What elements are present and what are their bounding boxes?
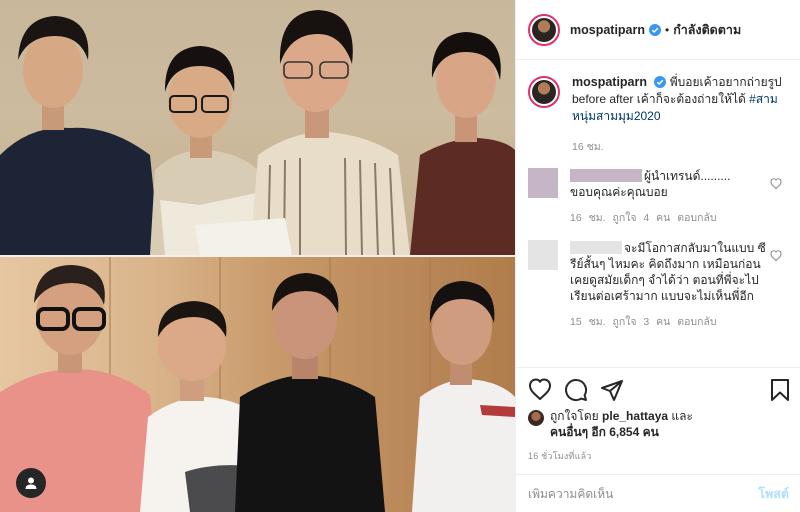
author-avatar[interactable] xyxy=(528,13,560,46)
heart-icon[interactable] xyxy=(770,178,782,189)
liked-by-user[interactable]: ple_hattaya xyxy=(602,409,668,423)
actions-divider xyxy=(516,367,800,368)
heart-icon[interactable] xyxy=(528,378,552,400)
post-comment-button[interactable]: โพสต์ xyxy=(758,484,789,504)
post-side-panel: mospatiparn • กำลังติดตาม mospatiparn พี… xyxy=(515,0,800,512)
tagged-users-button[interactable] xyxy=(16,468,46,498)
post-caption: mospatiparn พี่บอยเค้าอยากถ่ายรูป before… xyxy=(516,60,800,156)
comment-username-suffix[interactable]: ผู้นำเทรนด์......... xyxy=(644,169,730,183)
comment-username-blurred[interactable] xyxy=(570,241,622,254)
comment-like-count[interactable]: ถูกใจ 3 คน xyxy=(612,316,670,328)
post-age[interactable]: 16 ชั่วโมงที่แล้ว xyxy=(528,449,592,463)
liker-avatar[interactable] xyxy=(528,410,544,426)
add-comment-bar: โพสต์ xyxy=(516,475,800,512)
heart-icon[interactable] xyxy=(770,250,782,261)
comment-item: ผู้นำเทรนด์......... ขอบคุณค่ะคุณบอย 16 … xyxy=(516,168,800,226)
bookmark-icon[interactable] xyxy=(770,378,790,402)
comment-input[interactable] xyxy=(528,486,759,501)
liked-by-and: และ xyxy=(671,409,693,423)
following-button[interactable]: กำลังติดตาม xyxy=(673,20,741,40)
liked-by-row: ถูกใจโดย ple_hattaya และ คนอื่นๆ อีก 6,8… xyxy=(528,408,693,440)
post-action-bar xyxy=(528,378,790,404)
comment-meta: 16 ชม. ถูกใจ 4 คน ตอบกลับ xyxy=(570,210,770,226)
liked-by-others[interactable]: คนอื่นๆ อีก 6,854 คน xyxy=(550,425,659,439)
post-photo[interactable] xyxy=(0,0,515,512)
comment-like-count[interactable]: ถูกใจ 4 คน xyxy=(612,212,670,224)
post-header: mospatiparn • กำลังติดตาม xyxy=(516,0,800,60)
comment-item: จะมีโอกาสกลับมาในแบบ ซีรีย์สั้นๆ ไหมคะ ค… xyxy=(516,240,800,330)
comment-time[interactable]: 16 ชม. xyxy=(570,212,606,224)
verified-badge-icon xyxy=(654,76,667,88)
verified-badge-icon xyxy=(649,23,662,36)
after-photo-illustration xyxy=(0,257,515,512)
liked-by-prefix: ถูกใจโดย xyxy=(550,409,599,423)
caption-username[interactable]: mospatiparn xyxy=(572,75,647,89)
comment-meta: 15 ชม. ถูกใจ 3 คน ตอบกลับ xyxy=(570,314,770,330)
comment-icon[interactable] xyxy=(564,378,588,402)
caption-time[interactable]: 16 ชม. xyxy=(572,139,788,156)
caption-text-line2: before after เค้าก็จะต้องถ่ายให้ได้ xyxy=(572,92,746,106)
photo-after-section xyxy=(0,257,515,512)
comment-time[interactable]: 15 ชม. xyxy=(570,316,606,328)
comment-reply-button[interactable]: ตอบกลับ xyxy=(677,212,716,224)
photo-before-section xyxy=(0,0,515,255)
comment-avatar-blurred[interactable] xyxy=(528,168,558,198)
caption-text-line1: พี่บอยเค้าอยากถ่ายรูป xyxy=(669,75,782,89)
author-username[interactable]: mospatiparn xyxy=(570,23,645,37)
paper-plane-icon[interactable] xyxy=(600,378,624,402)
caption-author-avatar[interactable] xyxy=(528,76,560,108)
instagram-post-view: mospatiparn • กำลังติดตาม mospatiparn พี… xyxy=(0,0,800,512)
comment-text: ขอบคุณค่ะคุณบอย xyxy=(570,185,668,199)
comment-username-blurred[interactable] xyxy=(570,169,642,182)
comment-reply-button[interactable]: ตอบกลับ xyxy=(677,316,716,328)
user-icon xyxy=(25,477,37,489)
header-separator: • xyxy=(665,22,670,37)
comment-avatar-blurred[interactable] xyxy=(528,240,558,270)
comment-text-start: จะมีโอกาสกลับมาในแบบ xyxy=(624,241,755,255)
before-photo-illustration xyxy=(0,10,515,255)
